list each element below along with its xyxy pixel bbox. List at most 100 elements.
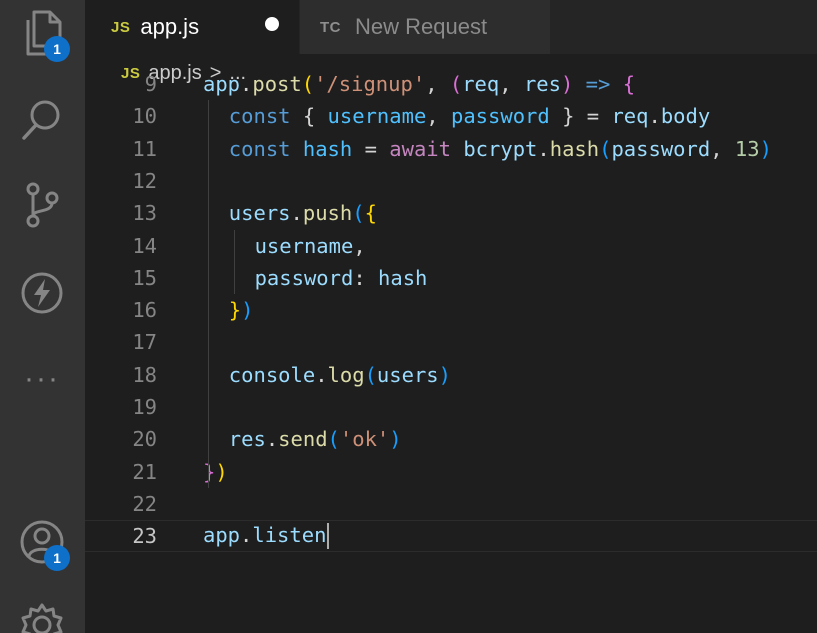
line-number: 12 <box>132 168 157 193</box>
code-text: res.send('ok') <box>229 427 402 451</box>
tab-label: New Request <box>355 14 488 39</box>
code-token: . <box>265 427 279 452</box>
code-token: app <box>203 523 241 548</box>
line-number: 23 <box>132 524 157 549</box>
line-number: 10 <box>132 104 157 129</box>
code-token: . <box>315 362 328 387</box>
code-token: . <box>648 104 661 129</box>
code-token: '/signup' <box>314 72 426 96</box>
code-line[interactable]: 18 console.log(users) <box>85 359 817 391</box>
code-token: password <box>611 136 711 161</box>
code-line[interactable]: 13 users.push({ <box>85 197 817 229</box>
code-text: app.post('/signup', (req, res) => { <box>203 72 635 96</box>
code-token: . <box>240 523 253 548</box>
code-token: = <box>352 136 390 161</box>
git-branch-glyph <box>26 182 59 228</box>
thunder-client-icon[interactable] <box>17 268 67 318</box>
thunder-client-tab-icon: TC <box>320 18 341 36</box>
accounts-badge: 1 <box>44 545 70 571</box>
line-number: 11 <box>132 136 157 161</box>
code-token: { <box>290 104 328 129</box>
code-token: ) <box>215 459 228 484</box>
activity-bar: 1 ··· 1 <box>0 0 85 633</box>
source-control-icon[interactable] <box>17 180 67 230</box>
code-token: push <box>302 201 353 226</box>
code-line[interactable]: 9 app.post('/signup', (req, res) => { <box>85 68 817 100</box>
search-icon[interactable] <box>17 95 67 145</box>
code-token: hash <box>302 136 353 161</box>
line-number: 9 <box>144 72 157 96</box>
code-token: ( <box>327 427 340 452</box>
code-token: listen <box>252 523 327 548</box>
explorer-icon[interactable]: 1 <box>17 8 70 62</box>
vscode-window: 1 ··· 1 JS app.js TC New Request JS app.… <box>0 0 817 633</box>
code-line[interactable]: 23 app.listen <box>85 520 817 553</box>
code-text: username, <box>255 234 366 258</box>
code-line[interactable]: 15 password: hash <box>85 262 817 294</box>
more-icon[interactable]: ··· <box>17 354 67 404</box>
code-line[interactable]: 21}) <box>85 456 817 488</box>
code-token: , <box>353 233 366 258</box>
more-label: ··· <box>24 362 60 395</box>
code-token: : <box>353 265 379 290</box>
code-token: body <box>660 104 711 129</box>
code-line[interactable]: 17 <box>85 326 817 358</box>
unsaved-dot-icon[interactable] <box>265 17 279 31</box>
code-line[interactable]: 16}) <box>85 294 817 326</box>
code-token: . <box>290 201 303 226</box>
settings-gear-icon[interactable] <box>17 600 67 633</box>
tab-app-js[interactable]: JS app.js <box>85 0 299 54</box>
code-token: username <box>327 104 427 129</box>
code-token: { <box>622 72 636 96</box>
code-token: await <box>389 136 451 161</box>
code-text: }) <box>229 298 254 322</box>
code-token: . <box>240 72 253 96</box>
code-line[interactable]: 10 const { username, password } = req.bod… <box>85 100 817 132</box>
line-number: 15 <box>132 265 157 290</box>
code-editor[interactable]: 9 app.post('/signup', (req, res) => { 10 co… <box>85 72 817 633</box>
code-token: ) <box>389 427 402 452</box>
code-line[interactable]: 19 <box>85 391 817 423</box>
code-token: } = <box>549 104 612 129</box>
code-token: users <box>376 362 439 387</box>
code-text: const { username, password } = req.body <box>229 104 710 128</box>
code-text: app.listen <box>203 523 330 550</box>
code-text: const hash = await bcrypt.hash(password,… <box>229 137 772 161</box>
line-number: 20 <box>132 427 157 452</box>
code-line[interactable]: 11 const hash = await bcrypt.hash(passwor… <box>85 133 817 165</box>
code-token: 'ok' <box>339 427 390 452</box>
indent-guide <box>233 229 235 295</box>
code-token: app <box>203 72 241 96</box>
magnifier-glyph <box>22 100 60 140</box>
code-token: res <box>523 72 561 96</box>
line-number: 13 <box>132 201 157 226</box>
code-text: password: hash <box>255 266 428 290</box>
code-token: username <box>254 233 354 258</box>
code-line[interactable]: 12 <box>85 165 817 197</box>
tab-bar: JS app.js TC New Request <box>85 0 817 54</box>
code-token: ( <box>301 72 315 96</box>
code-line[interactable]: 14 username, <box>85 230 817 262</box>
code-token: send <box>278 427 328 452</box>
code-token: log <box>327 362 365 387</box>
line-number: 18 <box>132 362 157 387</box>
code-token: ( <box>364 362 377 387</box>
code-token: bcrypt <box>463 136 538 161</box>
code-token: => <box>573 72 623 96</box>
code-line[interactable]: 22 <box>85 488 817 520</box>
tab-new-request[interactable]: TC New Request <box>300 0 550 54</box>
code-token: , <box>710 136 735 161</box>
code-token: hash <box>549 136 600 161</box>
code-token: req <box>611 104 649 129</box>
line-number: 22 <box>132 491 157 516</box>
accounts-icon[interactable]: 1 <box>17 517 70 571</box>
code-text: users.push({ <box>229 201 377 225</box>
code-text: }) <box>203 460 228 484</box>
code-token: , <box>499 72 524 96</box>
code-token: ) <box>438 362 451 387</box>
code-token: const <box>228 136 291 161</box>
code-token: hash <box>378 265 428 290</box>
code-token: ) <box>759 136 772 161</box>
code-line[interactable]: 20 res.send('ok') <box>85 423 817 455</box>
code-token: } <box>228 298 242 323</box>
